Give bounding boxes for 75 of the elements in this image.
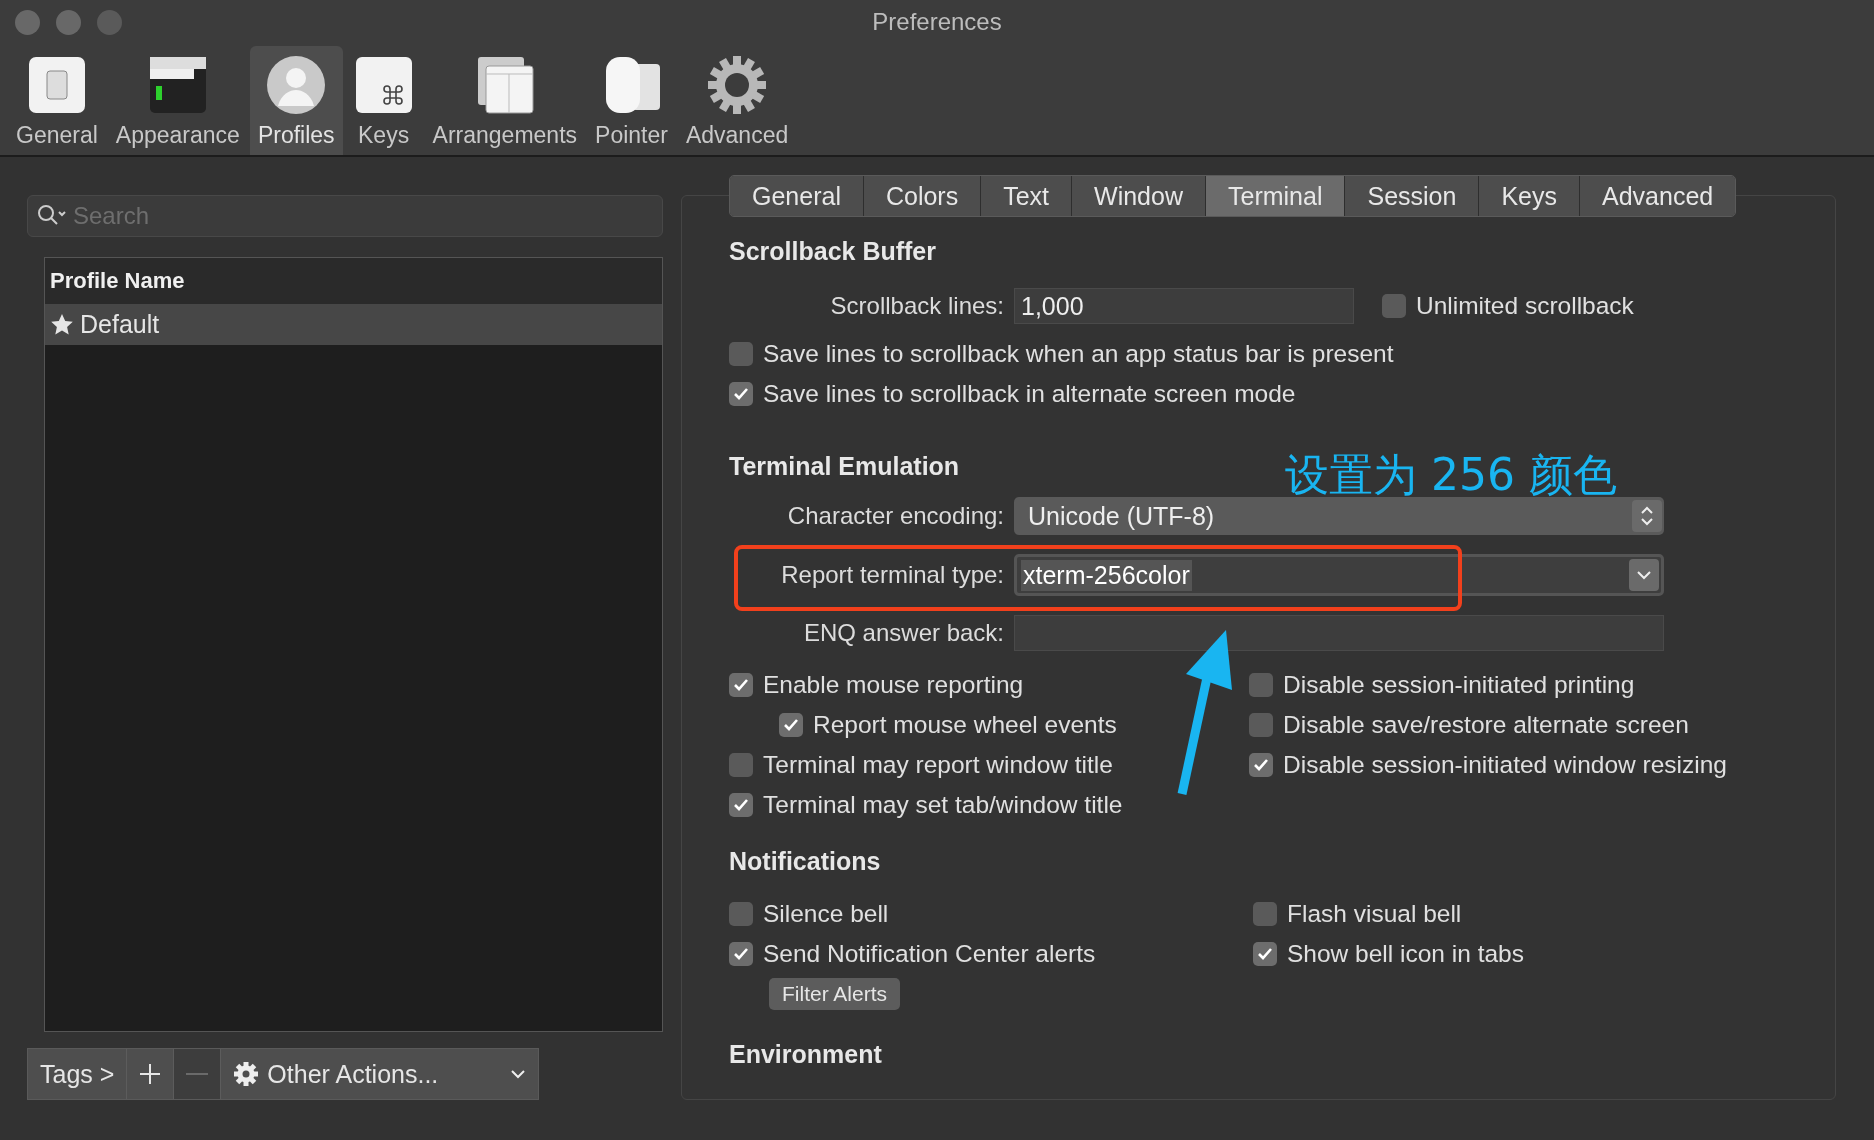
other-actions-menu[interactable]: Other Actions...	[221, 1049, 538, 1099]
chevron-down-icon	[510, 1069, 526, 1079]
minimize-button[interactable]	[56, 9, 81, 35]
checkbox[interactable]: Disable session-initiated printing	[1249, 665, 1835, 705]
encoding-popup[interactable]: Unicode (UTF-8)	[1014, 497, 1664, 535]
checkbox-box[interactable]	[729, 673, 753, 697]
tab[interactable]: Advanced	[1580, 176, 1736, 216]
tab[interactable]: Keys	[1479, 176, 1580, 216]
checkbox-box[interactable]	[1253, 902, 1277, 926]
tab[interactable]: Session	[1345, 176, 1480, 216]
tab[interactable]: Window	[1072, 176, 1206, 216]
checkbox[interactable]: Send Notification Center alerts	[729, 934, 1253, 974]
checkbox-box[interactable]	[779, 713, 803, 737]
section-heading: Notifications	[729, 847, 881, 876]
tab[interactable]: General	[730, 176, 864, 216]
checkbox[interactable]: Save lines to scrollback in alternate screen mode	[729, 374, 1835, 414]
toolbar-item[interactable]: Appearance	[107, 46, 248, 155]
tags-button[interactable]: Tags >	[28, 1049, 128, 1099]
checkbox[interactable]: Terminal may set tab/window title	[729, 785, 1249, 825]
checkbox[interactable]: Flash visual bell	[1253, 894, 1835, 934]
toolbar-item[interactable]: Pointer	[587, 46, 676, 155]
enq-answer-field[interactable]	[1014, 615, 1664, 651]
toolbar-item[interactable]: Keys	[344, 46, 423, 155]
annotation-text: 设置为 256 颜色	[1285, 452, 1617, 499]
zoom-button[interactable]	[97, 9, 122, 35]
add-button[interactable]	[127, 1049, 175, 1099]
toolbar-item[interactable]: Profiles	[249, 46, 343, 155]
terminal-type-combo[interactable]: xterm-256color	[1014, 554, 1664, 596]
checkbox[interactable]: Unlimited scrollback	[1382, 286, 1634, 326]
checkbox-box[interactable]	[1253, 942, 1277, 966]
checkbox-box[interactable]	[729, 342, 753, 366]
checkbox-box[interactable]	[1249, 713, 1273, 737]
toolbar-item[interactable]: Arrangements	[424, 46, 586, 155]
toolbar-item[interactable]: Advanced	[677, 46, 797, 155]
section-heading: Terminal Emulation	[729, 452, 960, 481]
minus-icon	[186, 1072, 209, 1076]
profile-row[interactable]: Default	[45, 304, 662, 345]
checkbox-box[interactable]	[729, 902, 753, 926]
checkbox[interactable]: Disable session-initiated window resizing	[1249, 745, 1835, 785]
checkbox-box[interactable]	[729, 793, 753, 817]
checkbox[interactable]: Show bell icon in tabs	[1253, 934, 1835, 974]
field-label: Report terminal type:	[780, 561, 1004, 589]
checkbox[interactable]: Disable save/restore alternate screen	[1249, 705, 1835, 745]
checkbox-box[interactable]	[1249, 673, 1273, 697]
checkbox[interactable]: Enable mouse reporting	[729, 665, 1249, 705]
field-label: ENQ answer back:	[802, 619, 1004, 647]
checkbox[interactable]: Silence bell	[729, 894, 1253, 934]
section-heading: Scrollback Buffer	[729, 237, 936, 266]
tab[interactable]: Colors	[863, 176, 982, 216]
checkbox-box[interactable]	[1382, 294, 1406, 318]
tab[interactable]: Terminal	[1206, 176, 1346, 216]
chevron-down-icon	[1636, 570, 1652, 580]
checkbox[interactable]: Terminal may report window title	[729, 745, 1249, 785]
gear-icon	[233, 1061, 260, 1087]
stepper-icon	[1632, 500, 1662, 532]
filter-alerts-button[interactable]: Filter Alerts	[769, 978, 901, 1010]
tab[interactable]: Text	[981, 176, 1073, 216]
checkbox-box[interactable]	[1249, 753, 1273, 777]
person-icon	[265, 54, 328, 116]
window-title: Preferences	[872, 8, 1002, 35]
column-header: Profile Name	[45, 258, 662, 304]
plus-icon	[139, 1063, 162, 1085]
section-heading: Environment	[729, 1040, 882, 1069]
toolbar-item[interactable]: General	[8, 46, 106, 155]
gear-icon	[706, 54, 769, 116]
checkbox-box[interactable]	[729, 753, 753, 777]
checkbox-box[interactable]	[729, 382, 753, 406]
field-label: Scrollback lines:	[829, 292, 1004, 320]
checkbox[interactable]: Report mouse wheel events	[729, 705, 1249, 745]
field-label: Character encoding:	[786, 502, 1004, 530]
scrollback-lines-field[interactable]: 1,000	[1014, 288, 1354, 324]
checkbox[interactable]: Save lines to scrollback when an app status bar is present	[729, 334, 1835, 374]
checkbox-box[interactable]	[729, 942, 753, 966]
close-button[interactable]	[15, 9, 40, 35]
profile-name: Default	[80, 310, 160, 339]
